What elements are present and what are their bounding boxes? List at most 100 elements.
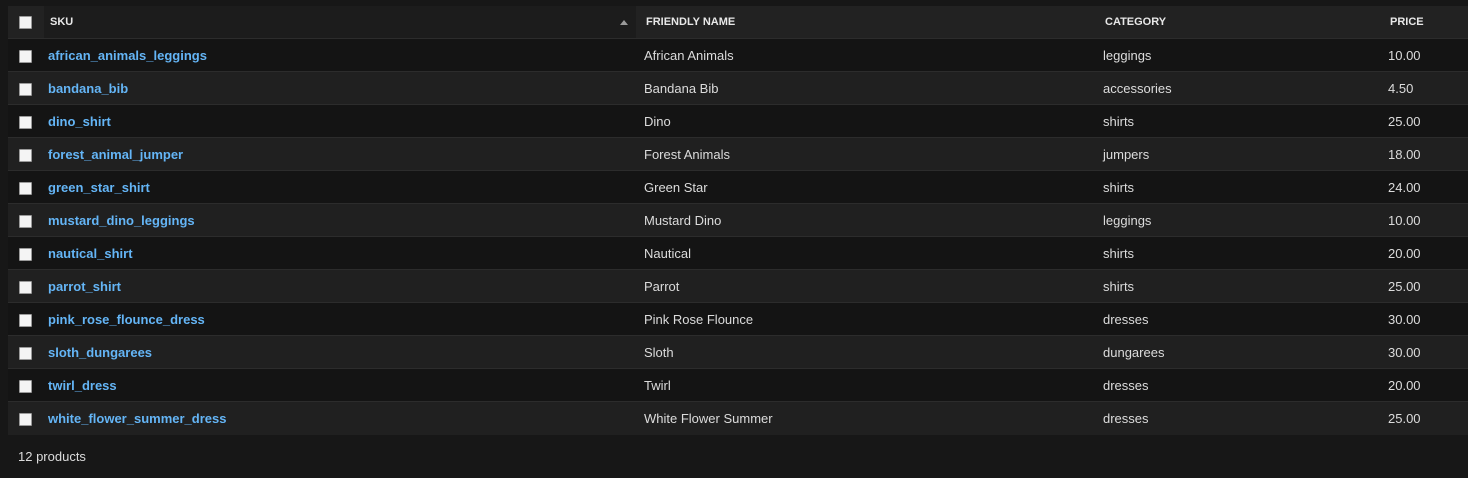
row-checkbox[interactable] [19,115,32,129]
table-header-row: SKU FRIENDLY NAME CATEGORY PRICE [8,6,1468,39]
friendly-name-cell: Pink Rose Flounce [636,302,1103,336]
row-checkbox[interactable] [19,313,32,327]
category-cell: leggings [1103,38,1382,72]
sku-link[interactable]: white_flower_summer_dress [48,411,226,426]
row-select-cell [8,236,44,270]
price-cell: 10.00 [1382,203,1468,237]
sku-link[interactable]: african_animals_leggings [48,48,207,63]
table-body: african_animals_leggings African Animals… [8,38,1468,435]
products-table: SKU FRIENDLY NAME CATEGORY PRICE african… [8,6,1468,435]
column-header-sku-label: SKU [50,16,74,28]
price-cell: 18.00 [1382,137,1468,171]
row-checkbox[interactable] [19,379,32,393]
category-cell: shirts [1103,170,1382,204]
row-checkbox[interactable] [19,280,32,294]
sku-cell: african_animals_leggings [44,38,636,72]
category-cell: shirts [1103,104,1382,138]
sku-cell: forest_animal_jumper [44,137,636,171]
row-checkbox[interactable] [19,346,32,360]
sku-cell: green_star_shirt [44,170,636,204]
sku-cell: twirl_dress [44,368,636,402]
category-cell: shirts [1103,236,1382,270]
product-count: 12 products [18,449,86,464]
sku-link[interactable]: forest_animal_jumper [48,147,183,162]
price-cell: 25.00 [1382,104,1468,138]
sku-cell: mustard_dino_leggings [44,203,636,237]
sku-cell: parrot_shirt [44,269,636,303]
row-select-cell [8,203,44,237]
select-all-cell [8,6,44,39]
category-cell: leggings [1103,203,1382,237]
row-checkbox[interactable] [19,214,32,228]
table-row: mustard_dino_leggings Mustard Dino leggi… [8,203,1468,237]
category-cell: jumpers [1103,137,1382,171]
row-checkbox[interactable] [19,247,32,261]
friendly-name-cell: Bandana Bib [636,71,1103,105]
friendly-name-cell: Green Star [636,170,1103,204]
sku-cell: sloth_dungarees [44,335,636,369]
table-row: african_animals_leggings African Animals… [8,38,1468,72]
column-header-price[interactable]: PRICE [1382,6,1468,39]
column-header-category[interactable]: CATEGORY [1103,6,1382,39]
table-row: bandana_bib Bandana Bib accessories 4.50 [8,71,1468,105]
price-cell: 20.00 [1382,368,1468,402]
table-row: forest_animal_jumper Forest Animals jump… [8,137,1468,171]
table-row: dino_shirt Dino shirts 25.00 [8,104,1468,138]
sku-link[interactable]: bandana_bib [48,81,128,96]
row-checkbox[interactable] [19,49,32,63]
row-checkbox[interactable] [19,82,32,96]
row-select-cell [8,137,44,171]
column-header-friendly-name-label: FRIENDLY NAME [646,16,736,28]
category-cell: dresses [1103,302,1382,336]
sku-link[interactable]: green_star_shirt [48,180,150,195]
price-cell: 25.00 [1382,401,1468,435]
friendly-name-cell: African Animals [636,38,1103,72]
sku-cell: pink_rose_flounce_dress [44,302,636,336]
column-header-sku[interactable]: SKU [44,6,636,39]
table-row: green_star_shirt Green Star shirts 24.00 [8,170,1468,204]
row-select-cell [8,38,44,72]
row-select-cell [8,104,44,138]
price-cell: 25.00 [1382,269,1468,303]
sku-cell: bandana_bib [44,71,636,105]
row-select-cell [8,71,44,105]
table-row: parrot_shirt Parrot shirts 25.00 [8,269,1468,303]
price-cell: 30.00 [1382,335,1468,369]
sku-link[interactable]: parrot_shirt [48,279,121,294]
row-select-cell [8,170,44,204]
row-checkbox[interactable] [19,148,32,162]
category-cell: dungarees [1103,335,1382,369]
sort-ascending-icon[interactable] [620,20,628,25]
row-checkbox[interactable] [19,181,32,195]
sku-link[interactable]: pink_rose_flounce_dress [48,312,205,327]
table-row: nautical_shirt Nautical shirts 20.00 [8,236,1468,270]
column-header-price-label: PRICE [1390,16,1424,28]
sku-link[interactable]: sloth_dungarees [48,345,152,360]
friendly-name-cell: White Flower Summer [636,401,1103,435]
category-cell: shirts [1103,269,1382,303]
row-checkbox[interactable] [19,412,32,426]
sku-link[interactable]: twirl_dress [48,378,117,393]
sku-link[interactable]: dino_shirt [48,114,111,129]
row-select-cell [8,335,44,369]
friendly-name-cell: Nautical [636,236,1103,270]
row-select-cell [8,269,44,303]
select-all-checkbox[interactable] [19,15,32,29]
price-cell: 24.00 [1382,170,1468,204]
table-row: white_flower_summer_dress White Flower S… [8,401,1468,435]
sku-cell: white_flower_summer_dress [44,401,636,435]
sku-cell: dino_shirt [44,104,636,138]
price-cell: 20.00 [1382,236,1468,270]
sku-link[interactable]: nautical_shirt [48,246,133,261]
table-row: sloth_dungarees Sloth dungarees 30.00 [8,335,1468,369]
friendly-name-cell: Parrot [636,269,1103,303]
column-header-friendly-name[interactable]: FRIENDLY NAME [636,6,1103,39]
row-select-cell [8,401,44,435]
sku-link[interactable]: mustard_dino_leggings [48,213,195,228]
column-header-category-label: CATEGORY [1105,16,1167,28]
category-cell: dresses [1103,401,1382,435]
row-select-cell [8,302,44,336]
category-cell: accessories [1103,71,1382,105]
row-select-cell [8,368,44,402]
sku-cell: nautical_shirt [44,236,636,270]
